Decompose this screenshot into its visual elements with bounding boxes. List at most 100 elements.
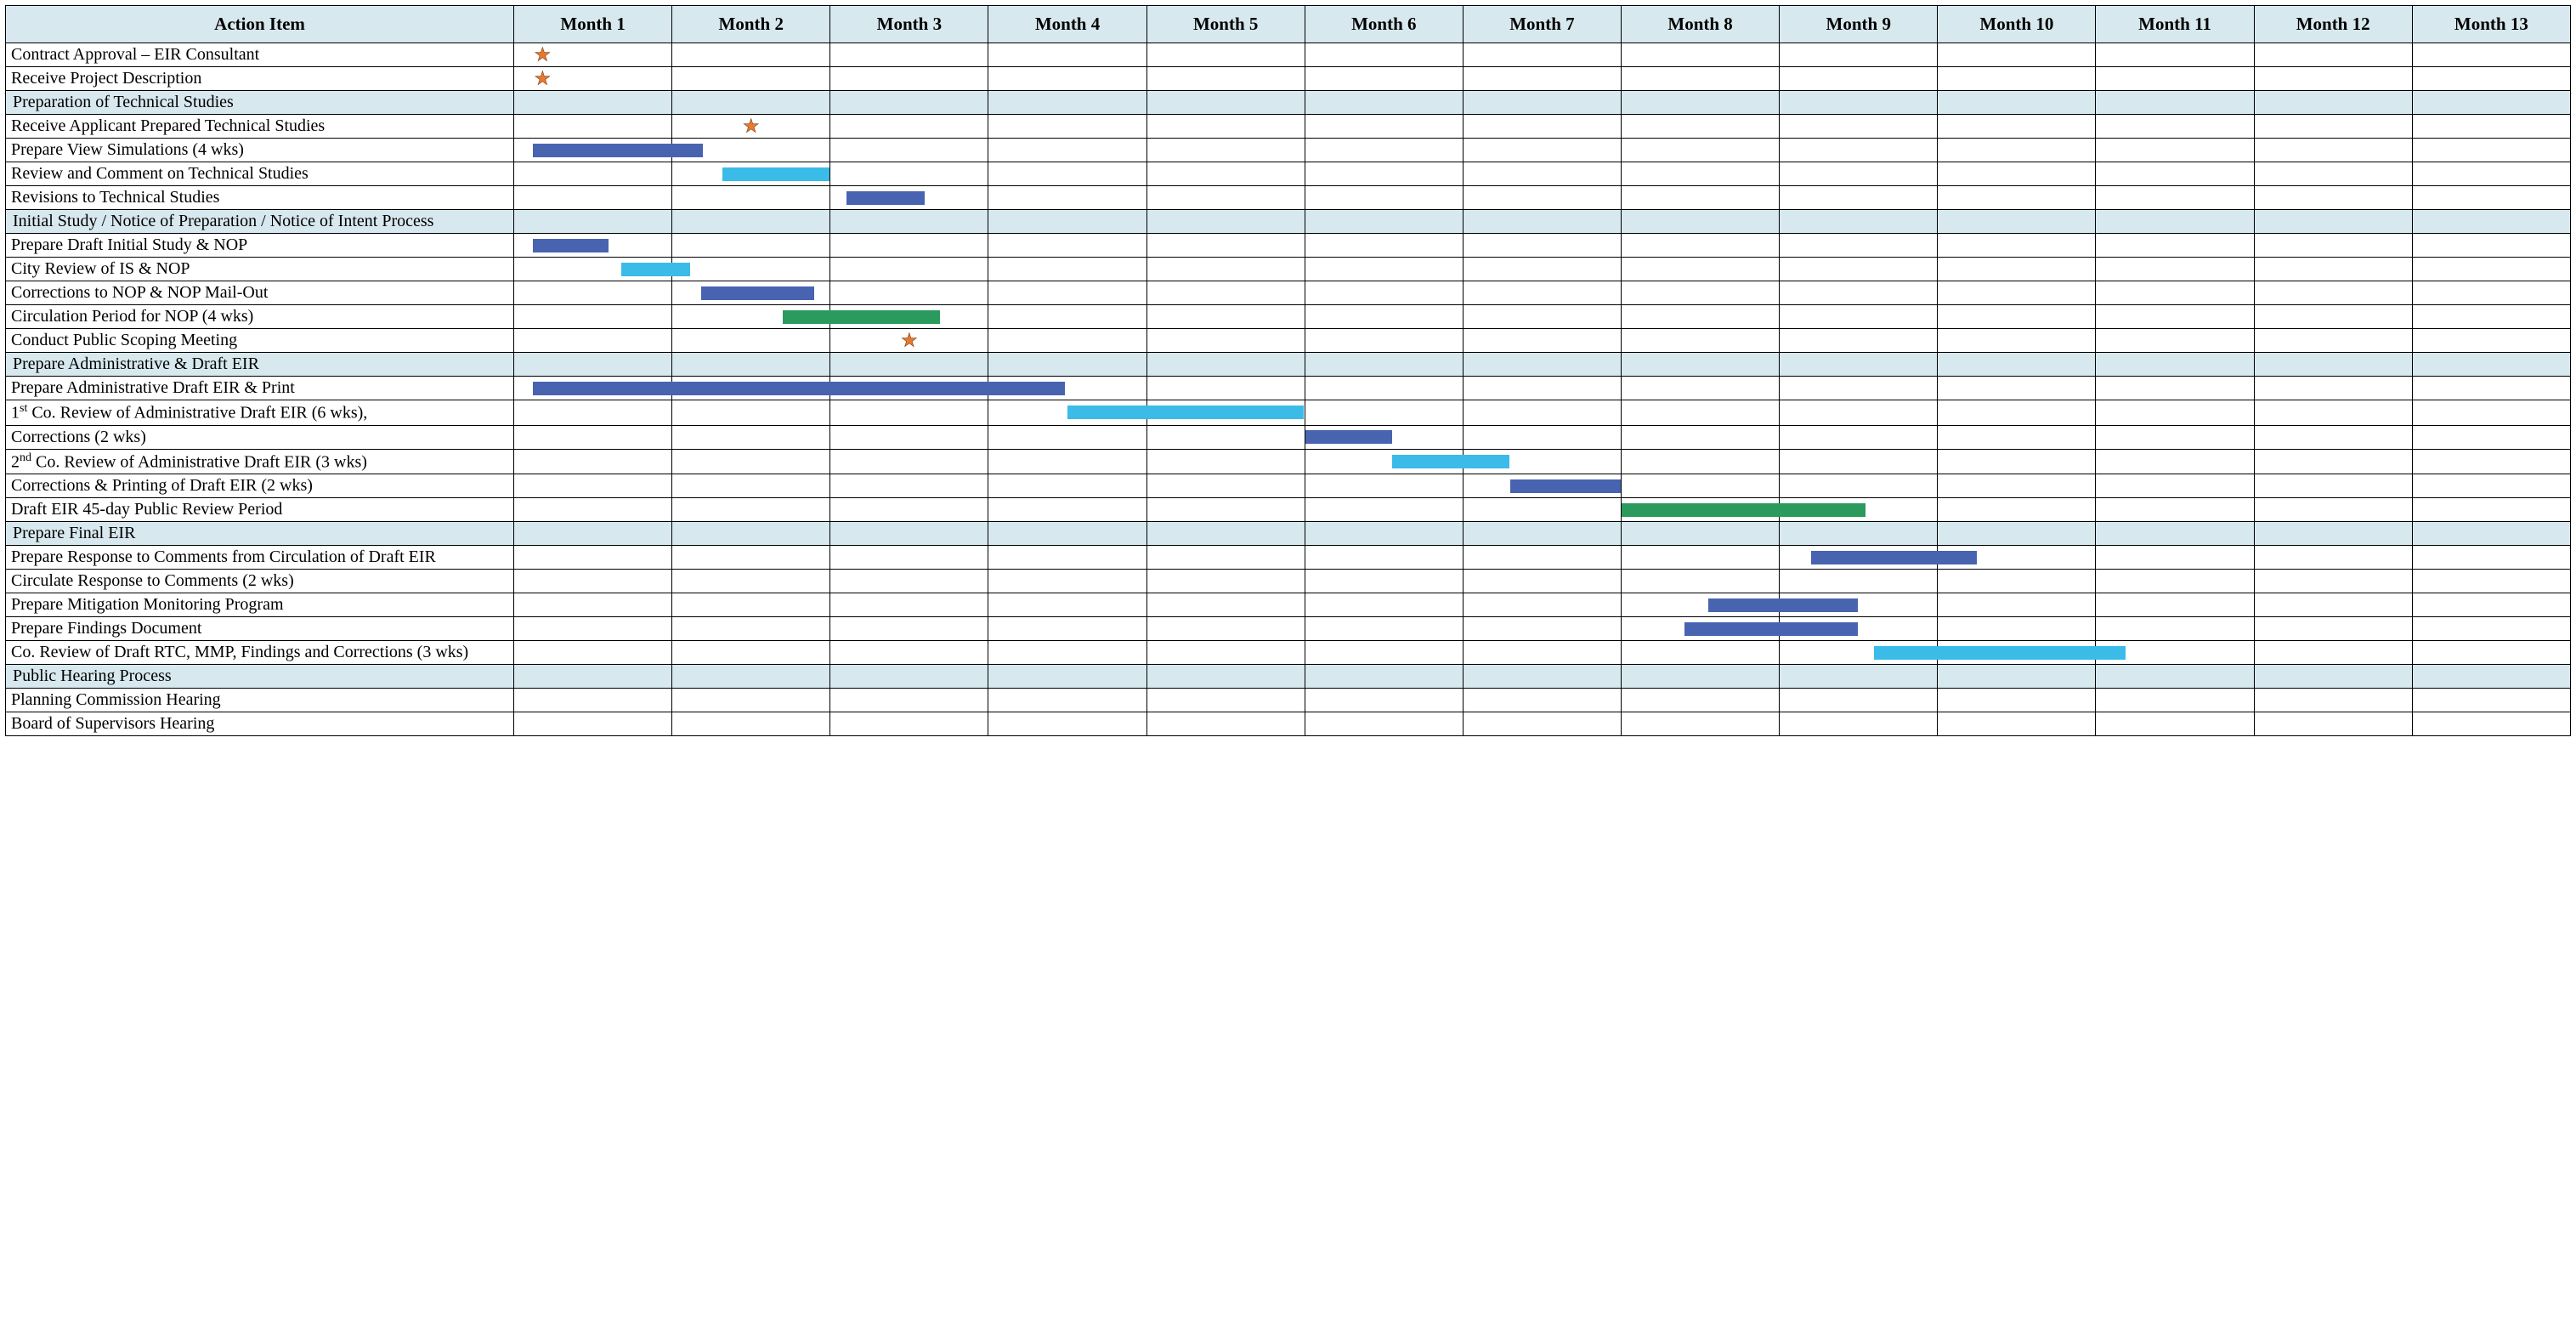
month-cell xyxy=(1463,91,1621,115)
month-cell xyxy=(1146,665,1305,689)
month-cell xyxy=(988,546,1146,570)
month-cell xyxy=(2096,186,2254,210)
task-label: Prepare View Simulations (4 wks) xyxy=(6,139,514,162)
month-cell xyxy=(672,617,830,641)
month-cell xyxy=(1938,186,2096,210)
month-cell xyxy=(1146,449,1305,474)
month-cell xyxy=(1622,43,1780,67)
month-cell xyxy=(1463,546,1621,570)
month-cell xyxy=(1622,665,1780,689)
month-cell xyxy=(1463,234,1621,258)
month-cell xyxy=(1622,498,1780,522)
month-cell xyxy=(1146,593,1305,617)
month-cell xyxy=(2412,329,2570,353)
milestone-star-icon: ★ xyxy=(901,331,918,349)
month-cell xyxy=(1622,570,1780,593)
month-cell xyxy=(988,234,1146,258)
month-cell xyxy=(830,712,988,736)
month-cell xyxy=(2096,474,2254,498)
task-row: Corrections to NOP & NOP Mail-Out xyxy=(6,281,2571,305)
month-cell xyxy=(1305,712,1463,736)
month-cell xyxy=(2254,210,2412,234)
month-cell xyxy=(1622,91,1780,115)
month-cell xyxy=(672,425,830,449)
month-cell xyxy=(1305,258,1463,281)
month-cell xyxy=(1305,329,1463,353)
month-cell xyxy=(1780,425,1938,449)
month-cell xyxy=(1938,377,2096,400)
month-cell xyxy=(1463,305,1621,329)
month-cell xyxy=(672,234,830,258)
month-cell xyxy=(988,377,1146,400)
month-cell: ★ xyxy=(514,67,672,91)
month-cell xyxy=(1780,353,1938,377)
month-cell xyxy=(1146,67,1305,91)
month-cell xyxy=(1305,593,1463,617)
month-cell xyxy=(2254,400,2412,426)
month-cell xyxy=(1305,689,1463,712)
month-cell xyxy=(1305,186,1463,210)
month-cell xyxy=(1463,617,1621,641)
month-cell xyxy=(1305,162,1463,186)
task-label: Prepare Administrative Draft EIR & Print xyxy=(6,377,514,400)
month-cell xyxy=(988,400,1146,426)
month-cell xyxy=(1938,570,2096,593)
month-cell xyxy=(1463,329,1621,353)
month-cell xyxy=(2254,425,2412,449)
month-cell xyxy=(830,115,988,139)
header-month: Month 5 xyxy=(1146,6,1305,43)
task-row: City Review of IS & NOP xyxy=(6,258,2571,281)
month-cell xyxy=(1463,43,1621,67)
task-label: Prepare Response to Comments from Circul… xyxy=(6,546,514,570)
month-cell xyxy=(514,139,672,162)
month-cell xyxy=(1146,522,1305,546)
month-cell xyxy=(1622,139,1780,162)
month-cell xyxy=(1146,425,1305,449)
month-cell xyxy=(1938,258,2096,281)
month-cell xyxy=(830,305,988,329)
month-cell xyxy=(1938,617,2096,641)
month-cell xyxy=(2412,353,2570,377)
month-cell xyxy=(2412,43,2570,67)
month-cell xyxy=(2412,91,2570,115)
month-cell xyxy=(514,689,672,712)
month-cell xyxy=(1146,641,1305,665)
task-row: Prepare Administrative Draft EIR & Print xyxy=(6,377,2571,400)
header-month: Month 10 xyxy=(1938,6,2096,43)
month-cell xyxy=(672,712,830,736)
task-label: Co. Review of Draft RTC, MMP, Findings a… xyxy=(6,641,514,665)
month-cell xyxy=(1463,712,1621,736)
month-cell xyxy=(2254,474,2412,498)
month-cell xyxy=(1463,162,1621,186)
task-label: Conduct Public Scoping Meeting xyxy=(6,329,514,353)
month-cell xyxy=(988,593,1146,617)
month-cell xyxy=(1780,258,1938,281)
month-cell xyxy=(988,186,1146,210)
month-cell xyxy=(1305,43,1463,67)
month-cell xyxy=(988,641,1146,665)
month-cell xyxy=(1463,258,1621,281)
month-cell xyxy=(1305,617,1463,641)
month-cell xyxy=(1305,305,1463,329)
month-cell xyxy=(672,91,830,115)
month-cell xyxy=(514,91,672,115)
month-cell xyxy=(2412,449,2570,474)
month-cell xyxy=(830,234,988,258)
section-row: Prepare Final EIR xyxy=(6,522,2571,546)
month-cell xyxy=(2096,91,2254,115)
month-cell xyxy=(514,449,672,474)
month-cell xyxy=(2254,91,2412,115)
task-row: Co. Review of Draft RTC, MMP, Findings a… xyxy=(6,641,2571,665)
task-label: Corrections to NOP & NOP Mail-Out xyxy=(6,281,514,305)
month-cell xyxy=(672,689,830,712)
month-cell xyxy=(1780,449,1938,474)
month-cell xyxy=(830,641,988,665)
month-cell xyxy=(1622,115,1780,139)
month-cell xyxy=(2096,377,2254,400)
task-label: Prepare Mitigation Monitoring Program xyxy=(6,593,514,617)
month-cell xyxy=(2096,522,2254,546)
month-cell xyxy=(2254,67,2412,91)
month-cell xyxy=(1780,474,1938,498)
milestone-star-icon: ★ xyxy=(534,45,551,64)
month-cell xyxy=(830,258,988,281)
